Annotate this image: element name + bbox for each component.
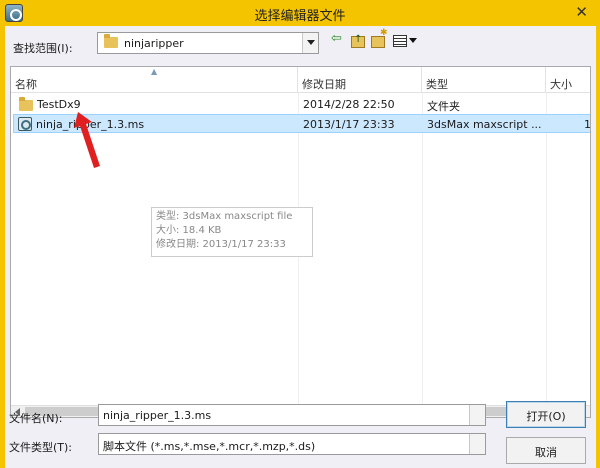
view-menu-icon[interactable] xyxy=(393,35,407,47)
dialog-body: 查找范围(I): ninjaripper ⇦ 名称 ▲ 修改日期 类型 大小 T… xyxy=(5,26,596,468)
chevron-down-icon[interactable] xyxy=(469,405,485,425)
close-icon[interactable]: ✕ xyxy=(575,3,588,21)
folder-icon xyxy=(104,34,118,48)
folder-icon xyxy=(19,97,33,111)
file-modified: 2014/2/28 22:50 xyxy=(303,98,395,111)
tooltip-size: 大小: 18.4 KB xyxy=(156,225,222,236)
column-divider xyxy=(546,93,547,405)
filetype-select[interactable]: 脚本文件 (*.ms,*.mse,*.mcr,*.mzp,*.ds) xyxy=(98,433,486,455)
red-arrow-annotation-icon xyxy=(74,112,100,168)
filetype-value: 脚本文件 (*.ms,*.mse,*.mcr,*.mzp,*.ds) xyxy=(103,440,316,453)
open-button[interactable]: 打开(O) xyxy=(506,401,586,428)
view-dropdown-icon[interactable] xyxy=(409,38,417,43)
chevron-down-icon[interactable] xyxy=(302,33,318,53)
maxscript-file-icon xyxy=(18,117,32,131)
tooltip-modified: 修改日期: 2013/1/17 23:33 xyxy=(156,239,286,250)
up-folder-icon[interactable] xyxy=(351,34,365,48)
title-bar: 选择编辑器文件 ✕ xyxy=(0,0,600,26)
filename-input[interactable]: ninja_ripper_1.3.ms xyxy=(98,404,486,426)
column-header: 名称 ▲ 修改日期 类型 大小 xyxy=(11,67,590,93)
column-type[interactable]: 类型 xyxy=(422,67,546,93)
lookin-value: ninjaripper xyxy=(124,37,184,50)
file-type: 文件夹 xyxy=(427,100,460,113)
file-size: 1 xyxy=(584,118,591,131)
tooltip-type: 类型: 3dsMax maxscript file xyxy=(156,211,293,222)
file-name: TestDx9 xyxy=(37,98,81,111)
window-frame-right xyxy=(596,26,600,468)
file-type: 3dsMax maxscript ... xyxy=(427,118,542,131)
file-info-tooltip: 类型: 3dsMax maxscript file 大小: 18.4 KB 修改… xyxy=(151,207,313,257)
column-modified[interactable]: 修改日期 xyxy=(298,67,422,93)
filetype-label: 文件类型(T): xyxy=(9,441,73,454)
new-folder-icon[interactable] xyxy=(371,28,388,48)
file-modified: 2013/1/17 23:33 xyxy=(303,118,395,131)
sort-ascending-icon: ▲ xyxy=(151,67,158,76)
window-title: 选择编辑器文件 xyxy=(254,9,346,24)
chevron-down-icon[interactable] xyxy=(469,434,485,454)
column-size[interactable]: 大小 xyxy=(546,67,590,93)
back-icon[interactable]: ⇦ xyxy=(331,31,345,47)
filename-label: 文件名(N): xyxy=(9,412,63,425)
lookin-dropdown[interactable]: ninjaripper xyxy=(97,32,319,54)
cancel-button[interactable]: 取消 xyxy=(506,437,586,464)
filename-value: ninja_ripper_1.3.ms xyxy=(103,409,212,422)
column-divider xyxy=(422,93,423,405)
lookin-label: 查找范围(I): xyxy=(13,42,73,55)
